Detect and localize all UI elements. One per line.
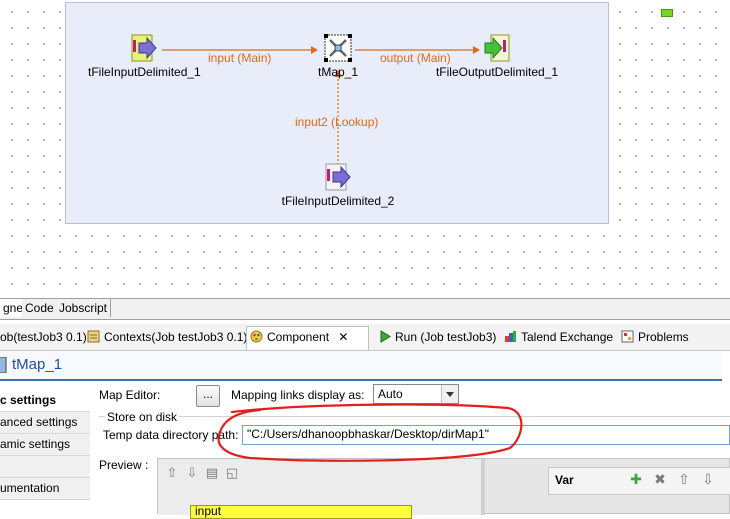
tab-jobscript[interactable]: Jobscript [56,299,112,317]
chevron-down-icon[interactable] [441,385,458,403]
view-tab-bar: ob(testJob3 0.1) Contexts(Job testJob3 0… [0,324,730,351]
problems-icon [621,330,634,343]
component-label: tMap_1 [317,65,359,79]
add-icon[interactable]: ✚ [629,471,643,488]
tab-contexts[interactable]: Contexts(Job testJob3 0.1) [84,327,247,347]
tab-problems[interactable]: Problems [618,327,689,347]
arrow-down-icon[interactable]: ⇩ [701,471,715,488]
link-label-input-main: input (Main) [208,51,272,65]
contexts-icon [87,330,100,343]
tab-code[interactable]: Code [22,299,58,317]
component-icon [250,330,263,343]
component-tmap-1[interactable]: tMap_1 [310,34,366,79]
preview-toolbar: ⇧ ⇩ ▤ ◱ [164,465,244,483]
temp-dir-label: Temp data directory path: [103,428,239,442]
component-title: tMap_1 [12,356,63,373]
preview-var-panel: Var ✚ ✖ ⇧ ⇩ [548,467,730,495]
side-tab-documentation[interactable]: umentation [0,478,90,500]
job-designer-canvas[interactable]: tFileInputDelimited_1 tMap_1 tFileOutput… [0,0,730,298]
mapping-links-select[interactable]: Auto [373,384,459,404]
var-label: Var [555,473,574,487]
component-tfileinputdelimited-2[interactable]: tFileInputDelimited_2 [280,163,396,208]
tab-run[interactable]: Run (Job testJob3) [375,327,496,347]
file-input-icon [131,34,157,62]
table-icon[interactable]: ▤ [204,465,220,481]
settings-side-tabs: c settings anced settings amic settings … [0,390,90,500]
mapping-links-value: Auto [378,387,403,401]
file-input-icon [325,163,351,191]
component-title-bar: tMap_1 [0,351,722,381]
component-label: tFileInputDelimited_1 [88,65,201,79]
component-tfileoutputdelimited-1[interactable]: tFileOutputDelimited_1 [434,34,560,79]
temp-dir-input[interactable] [247,426,727,442]
close-icon[interactable]: ✕ [338,330,348,344]
file-output-icon [484,34,510,62]
remove-icon[interactable]: ✖ [653,471,667,488]
preview-input-table[interactable]: input [190,504,412,519]
preview-input-area: ⇧ ⇩ ▤ ◱ input [158,459,485,519]
tab-component[interactable]: Component ✕ [246,326,369,350]
arrow-down-icon[interactable]: ⇩ [184,465,200,481]
arrow-up-icon[interactable]: ⇧ [677,471,691,488]
map-editor-button[interactable]: ... [196,385,220,407]
component-label: tFileOutputDelimited_1 [435,65,559,79]
mapping-links-label: Mapping links display as: [231,388,365,402]
link-label-input2-lookup: input2 (Lookup) [295,115,379,129]
side-tab-basic-settings[interactable]: c settings [0,390,90,412]
link-label-output-main: output (Main) [380,51,451,65]
tmap-small-icon [0,357,7,373]
exchange-icon [505,331,516,342]
component-label: tFileInputDelimited_2 [281,194,395,208]
side-tab-dynamic-settings[interactable]: amic settings [0,434,90,456]
run-icon [380,330,391,343]
map-editor-label: Map Editor: [99,388,161,402]
tmap-icon [324,34,352,62]
side-tab-view[interactable] [0,456,90,478]
map-preview-panel: ⇧ ⇩ ▤ ◱ input Var ✚ ✖ ⇧ ⇩ [157,458,730,519]
arrow-up-icon[interactable]: ⇧ [164,465,180,481]
store-on-disk-label: Store on disk [105,410,180,424]
layout-icon[interactable]: ◱ [224,465,240,481]
preview-label: Preview : [99,458,149,472]
side-tab-advanced-settings[interactable]: anced settings [0,412,90,434]
var-toolbar: ✚ ✖ ⇧ ⇩ [629,471,725,488]
component-tfileinputdelimited-1[interactable]: tFileInputDelimited_1 [88,34,201,79]
tab-job[interactable]: ob(testJob3 0.1) [0,327,87,347]
tab-talend-exchange[interactable]: Talend Exchange [501,327,613,347]
editor-tab-bar: gner Code Jobscript [0,298,730,320]
temp-dir-field[interactable] [242,425,730,445]
